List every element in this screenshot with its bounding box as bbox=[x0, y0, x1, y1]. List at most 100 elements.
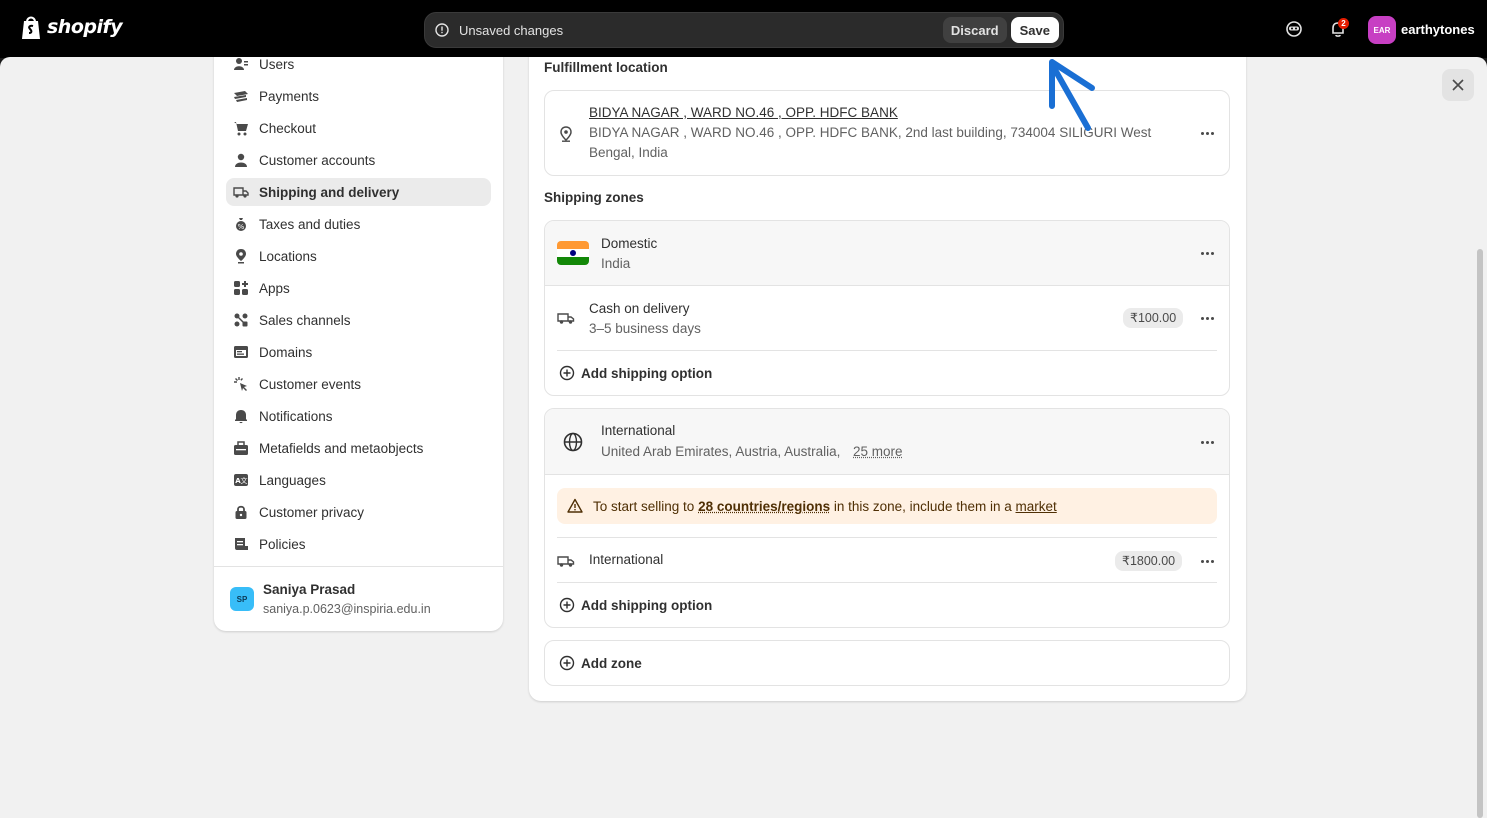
metafields-icon bbox=[234, 441, 248, 455]
location-pin-icon bbox=[560, 126, 572, 142]
svg-text:%: % bbox=[238, 223, 245, 231]
logo-text: shopify bbox=[47, 16, 123, 38]
add-shipping-option-label: Add shipping option bbox=[581, 597, 713, 613]
sidebar-item-apps[interactable]: Apps bbox=[226, 274, 491, 302]
banner-text-pre: To start selling to bbox=[593, 498, 695, 514]
domestic-zone-name: Domestic bbox=[601, 236, 658, 251]
domestic-zone-countries: India bbox=[601, 256, 631, 271]
sidebar-item-label: Domains bbox=[259, 344, 313, 360]
cursor-icon bbox=[234, 377, 247, 391]
add-shipping-option-button[interactable]: Add shipping option bbox=[559, 365, 712, 381]
market-warning-banner: To start selling to 28 countries/regions… bbox=[557, 488, 1217, 524]
fulfillment-location-title: Fulfillment location bbox=[544, 60, 668, 75]
sidebar-item-domains[interactable]: Domains bbox=[226, 338, 491, 366]
close-settings-button[interactable] bbox=[1442, 69, 1474, 101]
scrollbar[interactable] bbox=[1477, 249, 1483, 818]
rate-delivery-time: 3–5 business days bbox=[589, 321, 701, 336]
sidebar-item-label: Checkout bbox=[259, 120, 317, 136]
sidebar-item-languages[interactable]: A文 Languages bbox=[226, 466, 491, 494]
sidekick-icon[interactable] bbox=[1284, 19, 1304, 39]
svg-text:文: 文 bbox=[241, 476, 248, 485]
location-name-link[interactable]: BIDYA NAGAR , WARD NO.46 , OPP. HDFC BAN… bbox=[589, 105, 898, 120]
more-countries-link[interactable]: 25 more bbox=[853, 444, 903, 459]
add-shipping-option-button[interactable]: Add shipping option bbox=[559, 597, 712, 613]
banner-market-link[interactable]: market bbox=[1016, 499, 1057, 514]
sidebar-item-customer-privacy[interactable]: Customer privacy bbox=[226, 498, 491, 526]
store-name[interactable]: earthytones bbox=[1401, 22, 1475, 37]
sidebar-item-label: Customer events bbox=[259, 376, 362, 392]
truck-icon bbox=[557, 556, 575, 567]
sidebar-item-taxes-and-duties[interactable]: % Taxes and duties bbox=[226, 210, 491, 238]
sidebar-item-checkout[interactable]: Checkout bbox=[226, 114, 491, 142]
sidebar-item-sales-channels[interactable]: Sales channels bbox=[226, 306, 491, 334]
shipping-content-card: Fulfillment location BIDYA NAGAR , WARD … bbox=[529, 57, 1246, 701]
unsaved-changes-text: Unsaved changes bbox=[459, 22, 564, 38]
banner-countries-link[interactable]: 28 countries/regions bbox=[698, 499, 830, 514]
domestic-zone-header bbox=[545, 221, 1229, 286]
rate-price-badge: ₹100.00 bbox=[1123, 308, 1184, 328]
top-bar: shopify Unsaved changes Discard Save 2 E… bbox=[0, 0, 1487, 58]
add-zone-box: Add zone bbox=[544, 640, 1230, 686]
save-button[interactable]: Save bbox=[1010, 17, 1059, 43]
location-address-line2: Bengal, India bbox=[589, 145, 668, 160]
globe-icon bbox=[563, 432, 583, 452]
sidebar-item-label: Locations bbox=[259, 248, 317, 264]
users-icon bbox=[234, 58, 248, 70]
shopify-logo[interactable]: shopify bbox=[20, 14, 123, 40]
sidebar-item-label: Languages bbox=[259, 472, 326, 488]
user-name: Saniya Prasad bbox=[263, 582, 356, 597]
banner-text-mid: in this zone, include them in a bbox=[833, 498, 1012, 514]
cart-icon bbox=[234, 122, 248, 136]
sidebar-item-label: Taxes and duties bbox=[259, 216, 361, 232]
sidebar-item-notifications[interactable]: Notifications bbox=[226, 402, 491, 430]
sidebar-item-shipping-and-delivery[interactable]: Shipping and delivery bbox=[226, 178, 491, 206]
rate-name: Cash on delivery bbox=[589, 301, 690, 316]
sidebar-item-label: Sales channels bbox=[259, 312, 351, 328]
unsaved-changes-bar: Unsaved changes Discard Save bbox=[424, 12, 1064, 48]
sidebar-item-label: Users bbox=[259, 57, 295, 72]
sidebar-item-customer-accounts[interactable]: Customer accounts bbox=[226, 146, 491, 174]
domains-icon bbox=[234, 346, 248, 358]
sidebar-item-users[interactable]: Users bbox=[226, 57, 491, 78]
annotation-arrow-icon bbox=[1049, 59, 1095, 131]
language-icon: A文 bbox=[234, 474, 248, 486]
sidebar-item-policies[interactable]: Policies bbox=[226, 530, 491, 558]
sidebar-item-label: Metafields and metaobjects bbox=[259, 440, 424, 456]
international-zone-countries: United Arab Emirates, Austria, Australia… bbox=[601, 444, 841, 459]
sidebar-item-customer-events[interactable]: Customer events bbox=[226, 370, 491, 398]
lock-icon bbox=[235, 505, 247, 519]
discard-button[interactable]: Discard bbox=[942, 17, 1007, 43]
sidebar-item-label: Shipping and delivery bbox=[259, 184, 400, 200]
settings-sidebar: Users Payments Checkout Customer account… bbox=[214, 57, 503, 631]
divider bbox=[557, 537, 1217, 538]
domestic-zone-more-actions-button[interactable] bbox=[1197, 243, 1217, 263]
sidebar-item-metafields-and-metaobjects[interactable]: Metafields and metaobjects bbox=[226, 434, 491, 462]
add-zone-button[interactable]: Add zone bbox=[559, 655, 642, 671]
sales-channels-icon bbox=[234, 313, 248, 327]
shipping-zones-title: Shipping zones bbox=[544, 190, 644, 205]
location-more-actions-button[interactable] bbox=[1197, 123, 1217, 143]
warning-icon bbox=[567, 498, 583, 513]
payments-icon bbox=[234, 91, 248, 102]
international-zone-name: International bbox=[601, 423, 676, 438]
close-icon bbox=[1452, 79, 1464, 91]
add-shipping-option-label: Add shipping option bbox=[581, 365, 713, 381]
truck-icon bbox=[233, 187, 249, 198]
rate-more-actions-button[interactable] bbox=[1197, 551, 1217, 571]
rate-more-actions-button[interactable] bbox=[1197, 308, 1217, 328]
sidebar-item-payments[interactable]: Payments bbox=[226, 82, 491, 110]
divider bbox=[557, 350, 1217, 351]
international-zone-header bbox=[545, 409, 1229, 475]
international-zone-more-actions-button[interactable] bbox=[1197, 432, 1217, 452]
store-avatar[interactable]: EAR bbox=[1368, 16, 1396, 44]
settings-panel: Users Payments Checkout Customer account… bbox=[0, 57, 1487, 818]
apps-icon bbox=[234, 281, 248, 295]
tax-icon: % bbox=[236, 218, 246, 231]
sidebar-item-label: Customer accounts bbox=[259, 152, 376, 168]
international-zone-box: International United Arab Emirates, Aust… bbox=[544, 408, 1230, 628]
person-icon bbox=[235, 153, 247, 167]
sidebar-item-locations[interactable]: Locations bbox=[226, 242, 491, 270]
plus-circle-icon bbox=[559, 597, 575, 613]
user-email: saniya.p.0623@inspiria.edu.in bbox=[263, 602, 431, 616]
sidebar-item-label: Notifications bbox=[259, 408, 333, 424]
